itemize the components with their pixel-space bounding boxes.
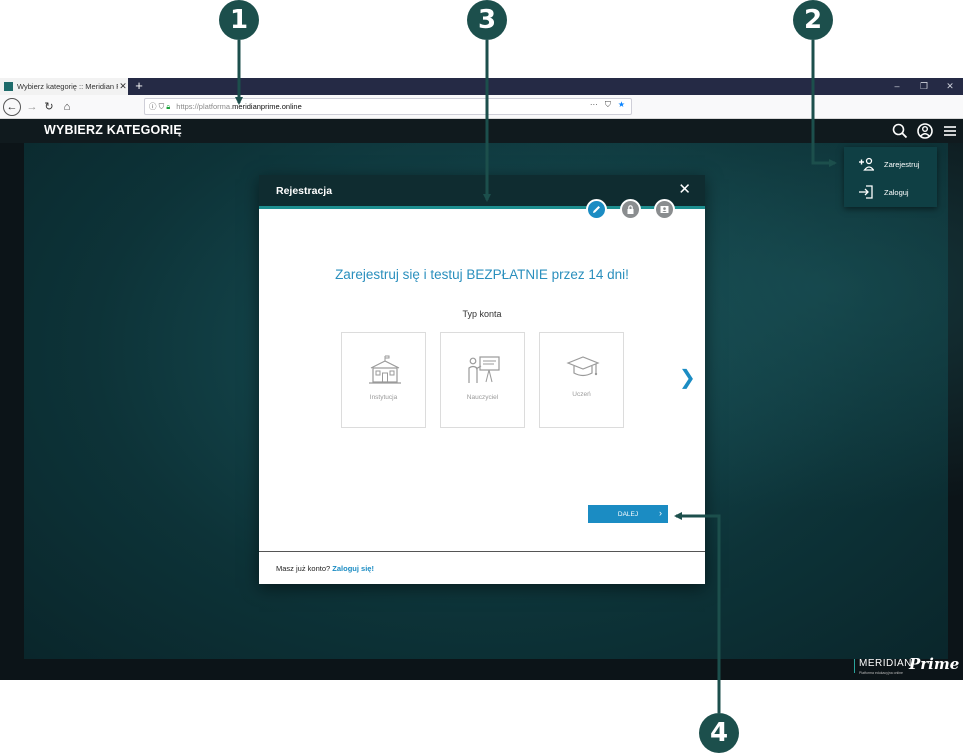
- carousel-next-icon[interactable]: ❯: [679, 365, 696, 389]
- search-icon[interactable]: [891, 122, 909, 140]
- minimize-button[interactable]: –: [883, 78, 911, 95]
- login-icon: [859, 185, 873, 199]
- menu-item-login-label: Zaloguj: [884, 187, 909, 197]
- restore-button[interactable]: ❐: [910, 78, 938, 95]
- brand-logo: MERIDIAN Prime Platforma edukacyjna onli…: [853, 655, 960, 679]
- account-type-label: Typ konta: [462, 309, 502, 319]
- registration-headline: Zarejestruj się i testuj BEZPŁATNIE prze…: [335, 267, 629, 282]
- browser-nav-bar: ← → ↻ ⌂ ⓘ ⛉ 🔒︎ https://platforma. meridia…: [0, 95, 963, 119]
- site-info-icon[interactable]: ⓘ ⛉ 🔒︎: [149, 101, 170, 112]
- menu-item-register-label: Zarejestruj: [884, 159, 920, 169]
- lock-icon: 🔒︎: [166, 102, 171, 111]
- step-profile-indicator: [654, 199, 675, 220]
- lock-icon: [627, 205, 634, 214]
- site-favicon-icon: [4, 82, 13, 91]
- account-type-teacher-card[interactable]: Nauczyciel: [440, 332, 525, 428]
- account-dropdown-menu: Zarejestruj Zaloguj: [844, 147, 937, 207]
- account-type-institution-card[interactable]: Instytucja: [341, 332, 426, 428]
- brand-accent-line: [854, 659, 855, 673]
- page-header: WYBIERZ KATEGORIĘ: [0, 119, 963, 143]
- bookmark-star-icon[interactable]: ★: [618, 100, 625, 110]
- callout-marker-3: 3: [467, 0, 507, 40]
- callout-marker-1: 1: [219, 0, 259, 40]
- registration-modal: Rejestracja ✕ Zarejestruj się i testuj B…: [259, 175, 705, 584]
- page-title: WYBIERZ KATEGORIĘ: [44, 123, 182, 137]
- id-card-icon: [660, 206, 669, 213]
- url-host: meridianprime.online: [232, 102, 302, 111]
- annotated-screenshot: 1 3 2 4 Wybierz kategorię :: Meridian P …: [0, 0, 963, 753]
- home-icon[interactable]: ⌂: [58, 98, 76, 116]
- account-type-student-card[interactable]: Uczeń: [539, 332, 624, 428]
- tab-title: Wybierz kategorię :: Meridian P: [17, 82, 118, 91]
- url-protocol: https://platforma.: [176, 102, 233, 111]
- pocket-icon[interactable]: ⛉: [605, 100, 611, 110]
- step-password-indicator: [620, 199, 641, 220]
- brand-tagline: Platforma edukacyjna online: [859, 671, 903, 675]
- brand-script-name: Prime: [909, 655, 960, 673]
- next-button[interactable]: DALEJ ›: [588, 505, 668, 523]
- callout-marker-2: 2: [793, 0, 833, 40]
- modal-footer-divider: [259, 551, 705, 552]
- user-icon[interactable]: [916, 122, 934, 140]
- school-icon: [369, 355, 401, 384]
- back-arrow-icon[interactable]: ←: [3, 98, 21, 116]
- callout-marker-4: 4: [699, 713, 739, 753]
- address-bar[interactable]: ⓘ ⛉ 🔒︎ https://platforma. meridianprime.o…: [144, 98, 632, 115]
- add-user-icon: [859, 157, 874, 171]
- next-button-label: DALEJ: [617, 510, 639, 518]
- account-type-teacher-label: Nauczyciel: [466, 394, 499, 401]
- login-link[interactable]: Zaloguj się!: [332, 564, 374, 573]
- browser-tab[interactable]: Wybierz kategorię :: Meridian P ✕: [0, 78, 128, 95]
- reload-icon[interactable]: ↻: [40, 98, 58, 116]
- teacher-icon: [468, 356, 500, 383]
- menu-icon[interactable]: [941, 122, 959, 140]
- chevron-right-icon: ›: [659, 508, 662, 518]
- page-viewport: WYBIERZ KATEGORIĘ Zarejestruj Zaloguj Re…: [0, 119, 963, 680]
- step-details-indicator: [586, 199, 607, 220]
- browser-tab-bar: Wybierz kategorię :: Meridian P ✕ + – ❐ …: [0, 78, 963, 95]
- footer-text: Masz już konto?: [276, 564, 331, 573]
- pencil-icon: [593, 206, 600, 213]
- menu-item-register[interactable]: Zarejestruj: [844, 150, 937, 178]
- account-type-student-label: Uczeń: [572, 391, 591, 398]
- account-type-institution-label: Instytucja: [369, 394, 398, 401]
- brand-name: MERIDIAN: [859, 658, 912, 669]
- modal-close-icon[interactable]: ✕: [678, 182, 691, 197]
- tab-close-icon[interactable]: ✕: [118, 81, 128, 92]
- graduation-cap-icon: [566, 356, 600, 377]
- modal-footer: Masz już konto? Zaloguj się!: [276, 564, 374, 573]
- forward-arrow-icon[interactable]: →: [23, 98, 41, 116]
- new-tab-button[interactable]: +: [131, 78, 147, 95]
- page-actions-icon[interactable]: ···: [590, 100, 598, 110]
- menu-item-login[interactable]: Zaloguj: [844, 178, 937, 206]
- modal-title: Rejestracja: [276, 185, 333, 197]
- close-window-button[interactable]: ✕: [936, 78, 963, 95]
